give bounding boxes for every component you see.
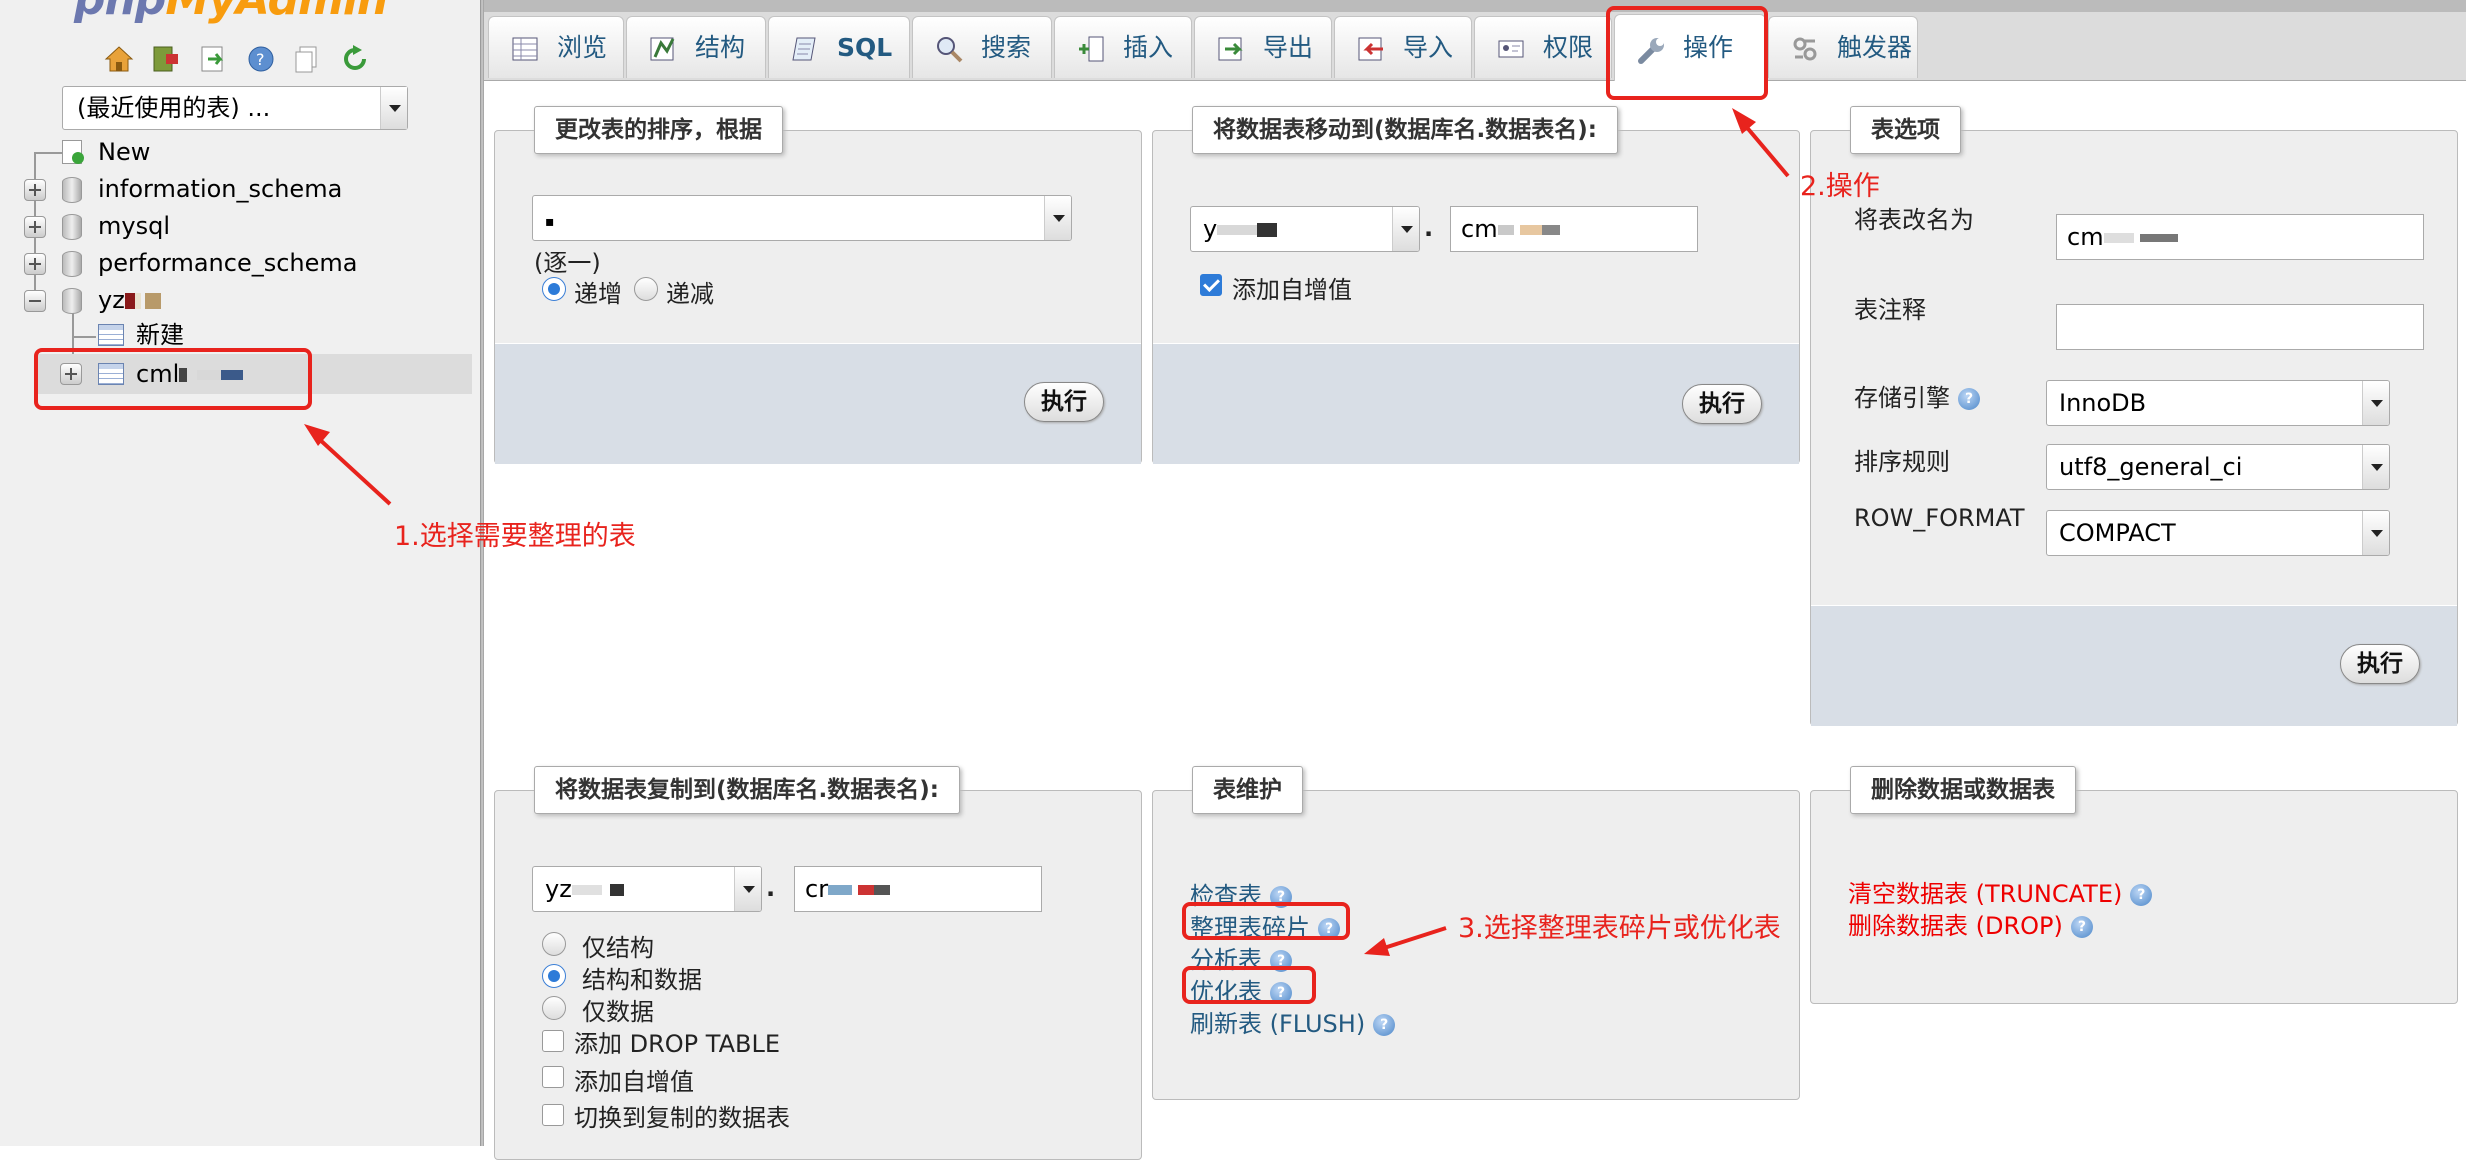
annotation-step2: 2.操作	[1800, 171, 1880, 202]
annotation-arrows	[304, 108, 1790, 956]
annotation-step1: 1.选择需要整理的表	[394, 521, 636, 552]
annotation-step3: 3.选择整理表碎片或优化表	[1458, 913, 1781, 944]
